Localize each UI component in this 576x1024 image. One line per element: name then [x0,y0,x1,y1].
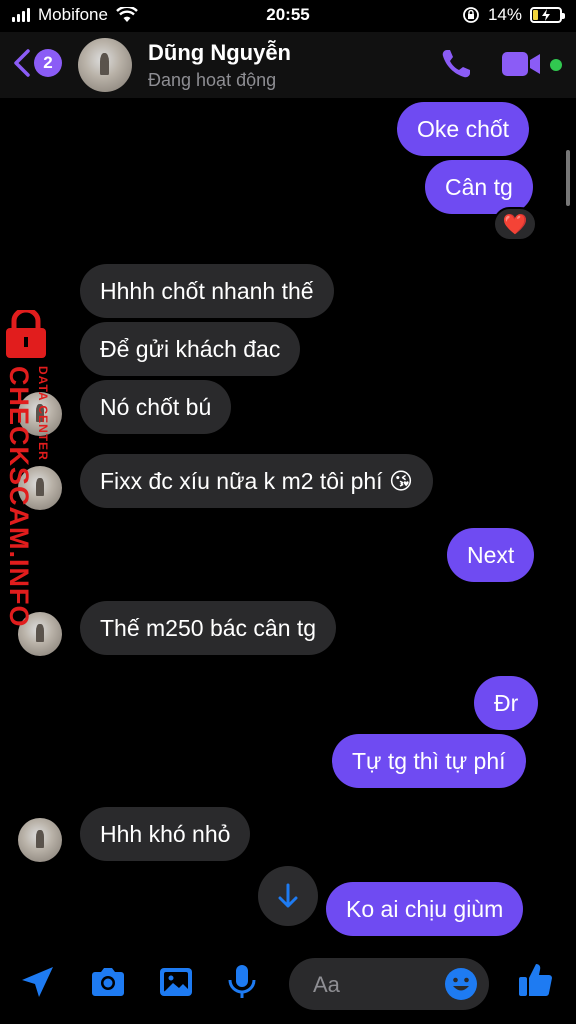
sender-avatar[interactable] [18,818,62,862]
message-incoming[interactable]: Thế m250 bác cân tg [80,601,337,655]
message-incoming[interactable]: Để gửi khách đac [80,322,301,376]
chevron-left-icon [14,49,30,77]
message-outgoing[interactable]: Đr [474,676,539,730]
battery-percent: 14% [487,5,522,24]
scrollbar[interactable] [566,150,570,206]
message-outgoing[interactable]: Ko ai chịu giùm [326,882,524,936]
orientation-lock-icon [463,7,479,23]
contact-avatar[interactable] [78,38,132,92]
location-arrow-icon[interactable] [18,962,58,1002]
message-incoming[interactable]: Fixx đc xíu nữa k m2 tôi phí 😘 [80,454,433,508]
phone-call-button[interactable] [438,46,474,82]
watermark-main: CHECKSCAM.INFO [4,366,34,628]
contact-status: Đang hoạt động [148,70,277,90]
emoji-icon[interactable] [443,966,479,1002]
online-indicator [550,59,562,71]
message-incoming[interactable]: Hhh khó nhỏ [80,807,251,861]
message-outgoing[interactable]: Tự tg thì tự phí [332,734,526,788]
lock-icon [6,310,46,358]
chat-header: 2 Dũng Nguyễn Đang hoạt động [0,32,576,98]
message-outgoing[interactable]: Cân tg [425,160,533,214]
unread-badge: 2 [34,49,62,77]
battery-icon [530,7,565,23]
back-button[interactable]: 2 [12,48,62,78]
message-outgoing[interactable]: Next [447,528,535,582]
microphone-icon[interactable] [222,962,262,1002]
video-call-button[interactable] [500,48,544,80]
message-incoming[interactable]: Hhhh chốt nhanh thế [80,264,334,318]
status-bar: Mobifone 20:55 14% [0,0,576,32]
contact-name[interactable]: Dũng Nguyễn [148,40,291,66]
arrow-down-icon [278,883,298,908]
thumbs-up-icon[interactable] [516,960,556,1000]
message-incoming[interactable]: Nó chốt bú [80,380,232,434]
watermark: CHECKSCAM.INFO DATA CENTER [0,300,70,628]
message-input[interactable]: Aa [289,958,489,1010]
composer-bar: Aa [0,944,576,1024]
scroll-to-bottom-button[interactable] [258,866,318,926]
gallery-icon[interactable] [156,962,196,1002]
message-input-placeholder: Aa [313,972,340,997]
watermark-sub: DATA CENTER [36,366,50,461]
message-outgoing[interactable]: Oke chốt [397,102,530,156]
heart-reaction[interactable]: ❤️ [493,207,537,241]
camera-icon[interactable] [88,962,128,1002]
